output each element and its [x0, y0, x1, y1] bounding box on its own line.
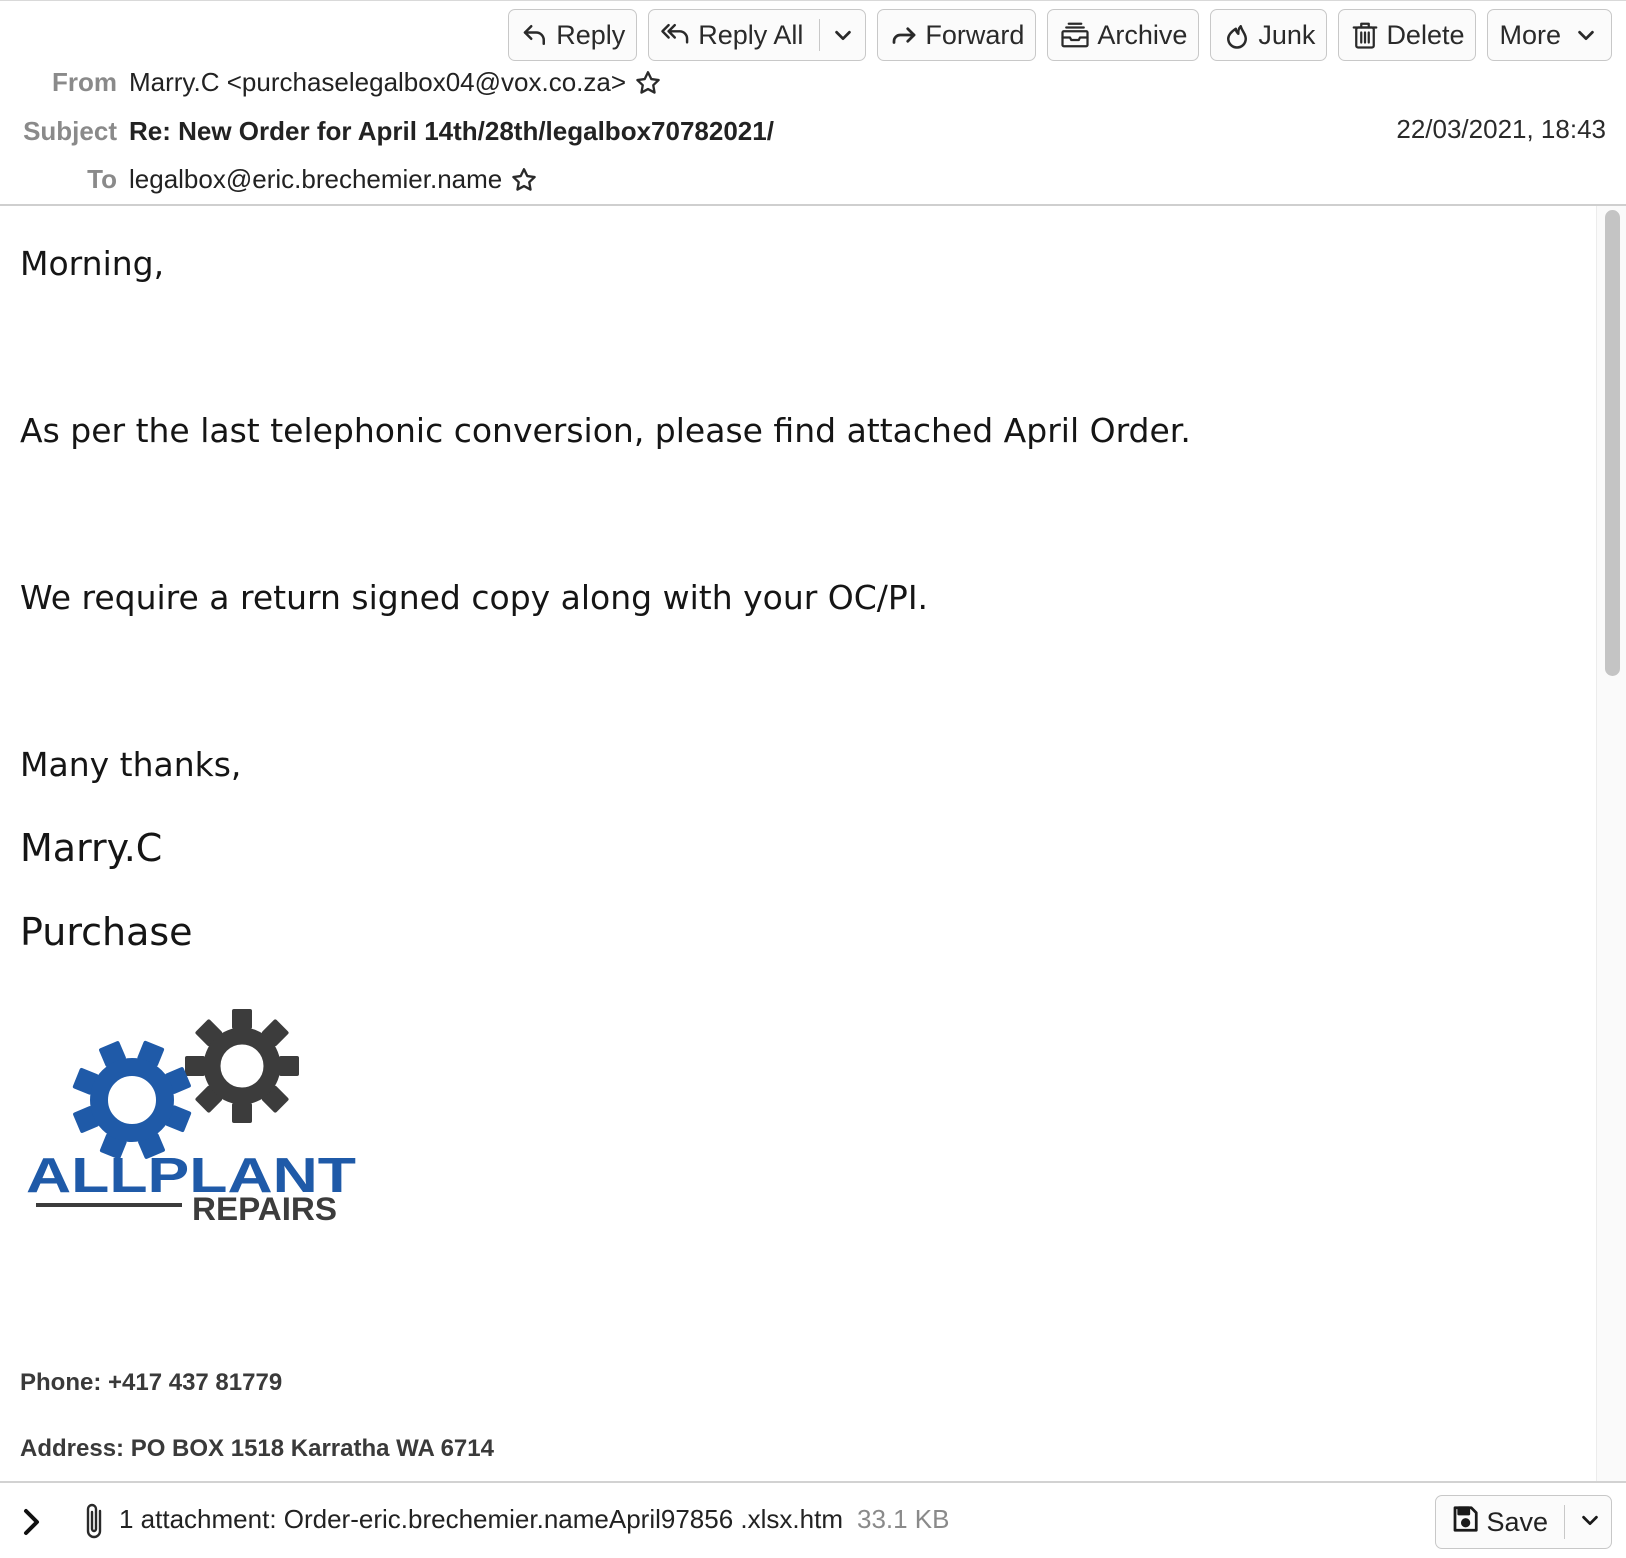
contact-address: Address: PO BOX 1518 Karratha WA 6714	[20, 1435, 494, 1462]
chevron-down-icon[interactable]	[1579, 1507, 1601, 1538]
reply-icon	[520, 20, 550, 50]
attachment-info[interactable]: 1 attachment: Order-eric.brechemier.name…	[119, 1504, 950, 1535]
subject-label: Subject	[23, 116, 117, 146]
junk-button[interactable]: Junk	[1210, 9, 1328, 61]
message-date: 22/03/2021, 18:43	[1396, 114, 1606, 144]
save-icon	[1450, 1504, 1480, 1541]
reply-all-icon	[660, 20, 692, 50]
archive-icon	[1059, 20, 1091, 50]
to-row: To legalbox@eric.brechemier.name	[0, 164, 538, 195]
reply-all-label: Reply All	[698, 19, 804, 50]
archive-label: Archive	[1097, 19, 1188, 50]
from-label: From	[52, 67, 117, 97]
trash-icon	[1350, 19, 1380, 51]
chevron-down-icon	[1575, 24, 1597, 46]
attachment-bar: 1 attachment: Order-eric.brechemier.name…	[0, 1481, 1626, 1558]
from-row: From Marry.C <purchaselegalbox04@vox.co.…	[0, 67, 662, 98]
paperclip-icon	[82, 1501, 108, 1546]
flame-icon	[1222, 19, 1252, 51]
contact-phone: Phone: +417 437 81779	[20, 1369, 283, 1396]
junk-label: Junk	[1258, 19, 1316, 50]
signature-role: Purchase	[20, 910, 193, 954]
scrollbar-thumb[interactable]	[1605, 210, 1620, 676]
attachment-size: 33.1 KB	[856, 1504, 950, 1534]
to-label: To	[87, 164, 117, 194]
message-header: Reply Reply All Forward Archive Junk Del…	[0, 0, 1626, 206]
attachment-name[interactable]: 1 attachment: Order-eric.brechemier.name…	[119, 1504, 843, 1534]
forward-button[interactable]: Forward	[877, 9, 1037, 61]
separator	[1564, 1505, 1565, 1539]
from-value[interactable]: Marry.C <purchaselegalbox04@vox.co.za>	[129, 67, 626, 98]
forward-label: Forward	[925, 19, 1025, 50]
reply-label: Reply	[556, 19, 626, 50]
closing-text: Many thanks,	[20, 745, 242, 784]
body-line-2: We require a return signed copy along wi…	[20, 578, 929, 617]
company-logo: ALLPLANT REPAIRS	[22, 1002, 374, 1242]
more-label: More	[1499, 19, 1561, 50]
delete-button[interactable]: Delete	[1338, 9, 1477, 61]
reply-all-button[interactable]: Reply All	[648, 9, 867, 61]
greeting-text: Morning,	[20, 244, 165, 283]
archive-button[interactable]: Archive	[1047, 9, 1200, 61]
message-body: Morning, As per the last telephonic conv…	[0, 206, 1596, 1481]
body-line-1: As per the last telephonic conversion, p…	[20, 411, 1191, 450]
forward-icon	[889, 20, 919, 50]
reply-button[interactable]: Reply	[508, 9, 638, 61]
star-icon[interactable]	[510, 166, 538, 194]
separator	[819, 19, 821, 51]
subject-value: Re: New Order for April 14th/28th/legalb…	[129, 116, 774, 146]
vertical-scrollbar[interactable]	[1596, 206, 1626, 1481]
to-value[interactable]: legalbox@eric.brechemier.name	[129, 164, 502, 195]
save-button[interactable]: Save	[1435, 1495, 1612, 1549]
blue-gear-icon	[72, 1040, 192, 1160]
signature-name: Marry.C	[20, 826, 163, 870]
logo-text-sub: REPAIRS	[192, 1191, 337, 1227]
subject-row: Subject Re: New Order for April 14th/28t…	[0, 116, 774, 147]
chevron-down-icon[interactable]	[832, 24, 854, 46]
star-icon[interactable]	[634, 69, 662, 97]
more-button[interactable]: More	[1487, 9, 1612, 61]
gray-gear-icon	[185, 1009, 299, 1123]
delete-label: Delete	[1386, 19, 1465, 50]
message-toolbar: Reply Reply All Forward Archive Junk Del…	[508, 9, 1612, 61]
save-label: Save	[1486, 1506, 1548, 1537]
chevron-right-icon[interactable]	[16, 1505, 46, 1539]
